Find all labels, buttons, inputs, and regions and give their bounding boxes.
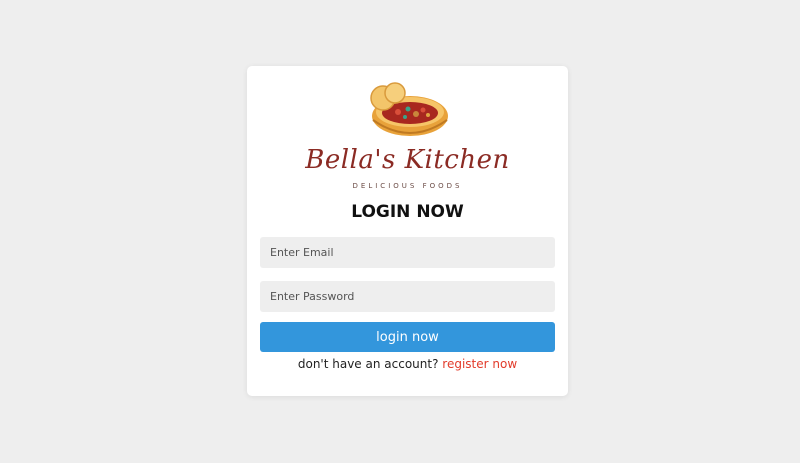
register-prompt: don't have an account? register now	[247, 357, 568, 371]
login-button[interactable]: login now	[260, 322, 555, 352]
email-field[interactable]	[260, 237, 555, 268]
brand-name: Bella's Kitchen	[305, 145, 510, 175]
login-card: Bella's Kitchen DELICIOUS FOODS LOGIN NO…	[247, 66, 568, 396]
brand-tagline: DELICIOUS FOODS	[352, 182, 463, 190]
food-bowl-icon	[369, 82, 448, 136]
register-link[interactable]: register now	[442, 357, 517, 371]
register-prompt-text: don't have an account?	[297, 357, 439, 371]
page-title: LOGIN NOW	[351, 202, 464, 222]
password-field[interactable]	[260, 281, 555, 312]
